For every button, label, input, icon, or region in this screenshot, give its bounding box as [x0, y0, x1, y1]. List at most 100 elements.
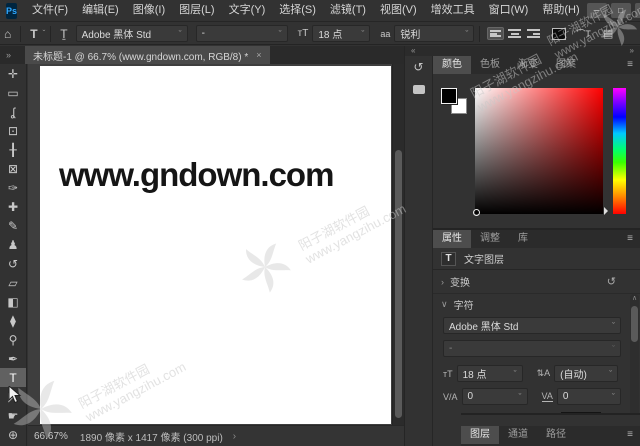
align-center-icon[interactable]: [506, 27, 523, 40]
hue-slider[interactable]: [613, 88, 626, 214]
zoom-tool[interactable]: ⊕: [0, 425, 26, 444]
transform-section[interactable]: › 变换 ↺: [433, 270, 640, 294]
document-canvas[interactable]: www.gndown.com: [40, 66, 391, 424]
scroll-up-icon[interactable]: ∧: [630, 294, 639, 302]
menu-item[interactable]: 选择(S): [272, 0, 323, 21]
menu-item[interactable]: 帮助(H): [535, 0, 586, 21]
scrollbar-thumb[interactable]: [631, 306, 638, 342]
menu-item[interactable]: 滤镜(T): [323, 0, 373, 21]
panel-menu-icon[interactable]: ≡: [620, 230, 640, 248]
photoshop-logo: Ps: [6, 3, 17, 19]
char-size-select[interactable]: 18 点 ˇ: [457, 365, 523, 382]
chevron-down-icon: ˇ: [465, 29, 468, 39]
blur-tool[interactable]: ⧫: [0, 311, 26, 330]
char-font-family-select[interactable]: Adobe 黑体 Std ˇ: [443, 317, 621, 334]
canvas-vertical-scrollbar[interactable]: [392, 64, 404, 425]
panel-menu-icon[interactable]: ≡: [620, 56, 640, 74]
align-right-icon[interactable]: [525, 27, 542, 40]
menu-item[interactable]: 窗口(W): [482, 0, 536, 21]
frame-tool[interactable]: ⊠: [0, 159, 26, 178]
dodge-tool[interactable]: ⚲: [0, 330, 26, 349]
gradient-tool[interactable]: ◧: [0, 292, 26, 311]
comments-panel-icon[interactable]: [405, 78, 432, 100]
collapse-panels-left-icon[interactable]: «: [411, 46, 415, 56]
font-size-icon: тT: [294, 28, 313, 39]
canvas-text[interactable]: www.gndown.com: [59, 156, 333, 194]
font-size-icon: тT: [443, 369, 453, 379]
chevron-down-icon[interactable]: ˇ: [43, 29, 46, 38]
history-panel-icon[interactable]: ↺: [405, 56, 432, 78]
panel-tab[interactable]: 图层: [461, 426, 499, 444]
char-kerning-select[interactable]: 0 ˇ: [557, 388, 621, 405]
panel-tab[interactable]: 路径: [537, 426, 575, 444]
char-leading-select[interactable]: (自动) ˇ: [554, 365, 618, 382]
menu-item[interactable]: 视图(V): [373, 0, 424, 21]
panel-menu-icon[interactable]: ≡: [620, 426, 640, 444]
brush-tool[interactable]: ✎: [0, 216, 26, 235]
font-style-select[interactable]: -ˇ: [196, 25, 288, 42]
char-font-style-select[interactable]: - ˇ: [443, 340, 621, 357]
menu-item[interactable]: 文字(Y): [222, 0, 273, 21]
collapse-panels-right-icon[interactable]: »: [630, 46, 634, 56]
status-bar: 66.67% 1890 像素 x 1417 像素 (300 ppi) ›: [28, 425, 404, 446]
menu-item[interactable]: 编辑(E): [75, 0, 126, 21]
document-tab[interactable]: 未标题-1 @ 66.7% (www.gndown.com, RGB/8) * …: [25, 46, 270, 64]
color-field-cursor[interactable]: [473, 209, 480, 216]
panel-tab[interactable]: 图案: [547, 56, 585, 74]
panel-tab[interactable]: 库: [509, 230, 537, 248]
font-family-select[interactable]: Adobe 黑体 Stdˇ: [76, 25, 188, 42]
rect-marquee-tool[interactable]: ▭: [0, 83, 26, 102]
text-color-swatch[interactable]: [552, 28, 566, 40]
scrollbar-thumb[interactable]: [395, 150, 402, 418]
menu-item[interactable]: 图像(I): [126, 0, 172, 21]
font-size-select[interactable]: 18 点ˇ: [312, 25, 370, 42]
close-button[interactable]: ✕: [635, 3, 640, 18]
color-field[interactable]: [475, 88, 603, 214]
eyedropper-tool[interactable]: ✑: [0, 178, 26, 197]
move-tool[interactable]: ✛: [0, 64, 26, 83]
eraser-tool[interactable]: ▱: [0, 273, 26, 292]
menu-item[interactable]: 增效工具: [424, 0, 482, 21]
object-selection-tool[interactable]: ⊡: [0, 121, 26, 140]
panel-tab[interactable]: 色板: [471, 56, 509, 74]
zoom-level[interactable]: 66.67%: [34, 431, 68, 442]
character-section[interactable]: ∨ 字符: [433, 294, 640, 314]
document-tab-bar: » 未标题-1 @ 66.7% (www.gndown.com, RGB/8) …: [0, 46, 404, 64]
panel-tab[interactable]: 通道: [499, 426, 537, 444]
toolbar-collapse-icon[interactable]: »: [0, 50, 17, 60]
panel-tab[interactable]: 渐变: [509, 56, 547, 74]
warp-text-icon[interactable]: ⌒T: [572, 27, 595, 40]
type-tool[interactable]: T: [0, 368, 26, 387]
foreground-color-swatch[interactable]: [441, 88, 457, 104]
dock-header: « »: [405, 46, 640, 56]
panel-tab[interactable]: 属性: [433, 230, 471, 248]
color-panel-tabs: 颜色色板渐变图案 ≡: [433, 56, 640, 74]
panel-tab[interactable]: 调整: [471, 230, 509, 248]
panel-tab[interactable]: 颜色: [433, 56, 471, 74]
maximize-button[interactable]: □: [611, 3, 631, 18]
history-brush-tool[interactable]: ↺: [0, 254, 26, 273]
crop-tool[interactable]: ╂: [0, 140, 26, 159]
menu-item[interactable]: 文件(F): [25, 0, 75, 21]
clone-stamp-tool[interactable]: ♟: [0, 235, 26, 254]
panel-drag-strip[interactable]: [461, 415, 640, 426]
properties-panel-tabs: 属性调整库 ≡: [433, 230, 640, 248]
menu-item[interactable]: 图层(L): [172, 0, 221, 21]
hue-slider-arrow[interactable]: [604, 207, 608, 215]
healing-brush-tool[interactable]: ✚: [0, 197, 26, 216]
char-tracking-select[interactable]: 0 ˇ: [462, 388, 528, 405]
minimize-button[interactable]: ─: [587, 3, 607, 18]
close-tab-icon[interactable]: ×: [256, 50, 261, 60]
align-left-icon[interactable]: [487, 27, 504, 40]
home-icon[interactable]: ⌂: [0, 27, 15, 41]
lasso-tool[interactable]: ʆ: [0, 102, 26, 121]
pen-tool[interactable]: ✒: [0, 349, 26, 368]
status-menu-icon[interactable]: ›: [233, 431, 236, 442]
reset-icon[interactable]: ↺: [607, 275, 616, 288]
anti-alias-select[interactable]: 锐利ˇ: [394, 25, 474, 42]
hand-tool[interactable]: ☛: [0, 406, 26, 425]
layer-type-label: 文字图层: [464, 251, 504, 266]
toggle-panels-icon[interactable]: ▤: [599, 27, 617, 40]
dock-panels: 颜色色板渐变图案 ≡ 属性调整库 ≡: [433, 56, 640, 446]
text-orientation-icon[interactable]: Ṯ: [56, 27, 71, 41]
